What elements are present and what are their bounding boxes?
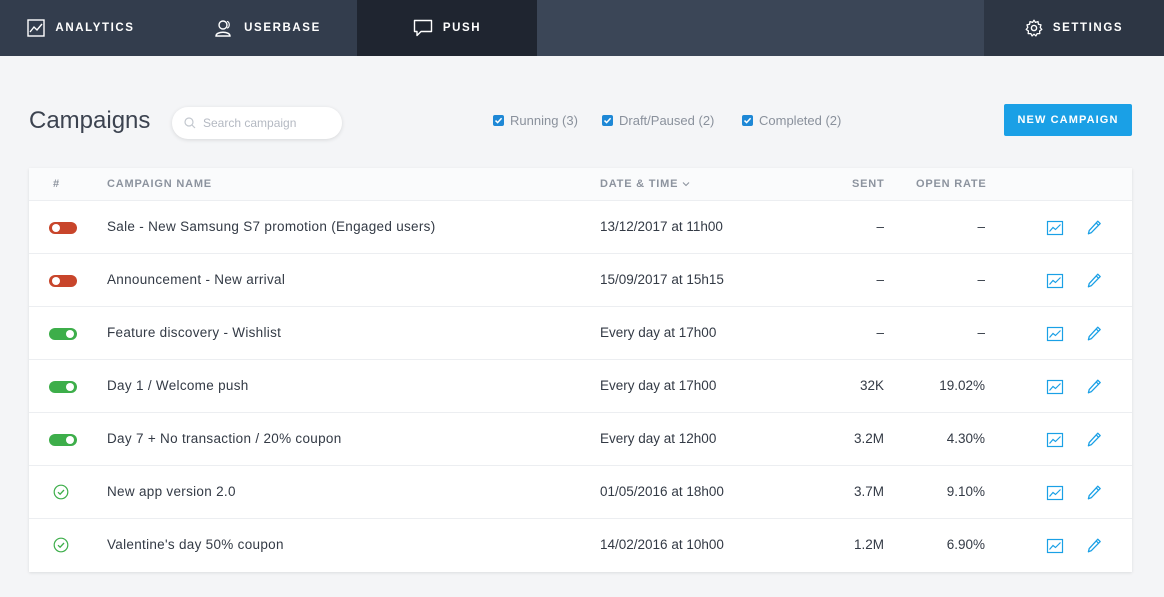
pencil-icon[interactable] [1085,272,1103,290]
campaign-sent: – [876,325,884,340]
top-navigation: ANALYTICS USERBASE PUSH SETTINGS [0,0,1164,56]
nav-spacer [537,0,984,56]
users-icon [214,19,234,37]
campaign-name: Feature discovery - Wishlist [107,325,282,340]
pencil-icon[interactable] [1085,325,1103,343]
nav-push[interactable]: PUSH [357,0,537,56]
stats-chart-icon[interactable] [1046,537,1064,555]
toggle-knob [66,383,74,391]
column-header-date[interactable]: DATE & TIME [600,178,690,190]
campaign-open-rate: 4.30% [946,431,985,446]
pencil-icon[interactable] [1085,537,1103,555]
table-row: Announcement - New arrival 15/09/2017 at … [29,254,1132,307]
nav-userbase[interactable]: USERBASE [178,0,357,56]
campaign-name: Sale - New Samsung S7 promotion (Engaged… [107,219,436,234]
toggle-knob [52,224,60,232]
speech-bubble-icon [413,19,433,37]
column-header-sent: SENT [852,178,885,190]
nav-analytics-label: ANALYTICS [55,22,135,34]
nav-settings-label: SETTINGS [1052,22,1124,34]
campaign-date: Every day at 17h00 [600,325,717,340]
campaign-date: Every day at 12h00 [600,431,717,446]
filter-completed[interactable]: Completed (2) [742,113,841,128]
stats-chart-icon[interactable] [1046,272,1064,290]
campaign-open-rate: – [977,272,985,287]
campaign-open-rate: 19.02% [939,378,985,393]
campaign-name: Announcement - New arrival [107,272,286,287]
column-header-open-rate: OPEN RATE [916,178,987,190]
table-row: Day 1 / Welcome push Every day at 17h00 32… [29,360,1132,413]
nav-userbase-label: USERBASE [244,22,321,34]
running-checkbox[interactable] [493,115,504,126]
filter-draft[interactable]: Draft/Paused (2) [602,113,714,128]
column-header-index: # [53,178,60,190]
campaign-sent: – [876,272,884,287]
table-row: Valentine's day 50% coupon 14/02/2016 at … [29,519,1132,572]
stats-chart-icon[interactable] [1046,484,1064,502]
filter-draft-label: Draft/Paused (2) [619,113,715,128]
pencil-icon[interactable] [1085,378,1103,396]
check-circle-icon [53,537,69,553]
campaign-open-rate: – [977,219,985,234]
toggle-knob [52,277,60,285]
campaign-name: New app version 2.0 [107,484,236,499]
filter-running[interactable]: Running (3) [493,113,578,128]
search-input[interactable] [203,116,333,130]
campaigns-table: # CAMPAIGN NAME DATE & TIME SENT OPEN RA… [29,168,1132,572]
nav-settings[interactable]: SETTINGS [984,0,1164,56]
pencil-icon[interactable] [1085,219,1103,237]
page-title: Campaigns [29,107,151,134]
status-toggle[interactable] [49,434,77,446]
check-circle-icon [53,484,69,500]
campaign-sent: – [876,219,884,234]
campaign-date: 13/12/2017 at 11h00 [600,219,723,234]
stats-chart-icon[interactable] [1046,325,1064,343]
stats-chart-icon[interactable] [1046,219,1064,237]
table-header: # CAMPAIGN NAME DATE & TIME SENT OPEN RA… [29,168,1132,201]
campaign-open-rate: – [977,325,985,340]
table-row: Day 7 + No transaction / 20% coupon Every… [29,413,1132,466]
table-row: New app version 2.0 01/05/2016 at 18h00 3.… [29,466,1132,519]
status-toggle[interactable] [49,381,77,393]
completed-checkbox[interactable] [742,115,753,126]
campaign-sent: 32K [859,378,884,393]
column-header-date-label: DATE & TIME [600,178,679,190]
nav-push-label: PUSH [442,22,482,34]
campaign-open-rate: 9.10% [946,484,985,499]
campaign-date: 01/05/2016 at 18h00 [600,484,724,499]
campaign-open-rate: 6.90% [946,537,985,552]
filter-completed-label: Completed (2) [759,113,842,128]
chevron-down-icon [682,181,690,187]
pencil-icon[interactable] [1085,431,1103,449]
campaign-name: Day 1 / Welcome push [107,378,249,393]
chart-icon [27,19,46,37]
campaign-sent: 3.7M [853,484,884,499]
status-toggle[interactable] [49,222,77,234]
filter-running-label: Running (3) [510,113,578,128]
search-box[interactable] [172,107,342,139]
new-campaign-button[interactable]: NEW CAMPAIGN [1004,104,1132,136]
search-icon [184,117,196,129]
campaign-sent: 1.2M [853,537,884,552]
stats-chart-icon[interactable] [1046,378,1064,396]
campaign-name: Valentine's day 50% coupon [107,537,284,552]
status-toggle[interactable] [49,328,77,340]
nav-analytics[interactable]: ANALYTICS [0,0,178,56]
campaign-name: Day 7 + No transaction / 20% coupon [107,431,342,446]
table-row: Sale - New Samsung S7 promotion (Engaged… [29,201,1132,254]
stats-chart-icon[interactable] [1046,431,1064,449]
campaign-sent: 3.2M [853,431,884,446]
campaign-date: Every day at 17h00 [600,378,717,393]
campaign-date: 15/09/2017 at 15h15 [600,272,724,287]
toggle-knob [66,330,74,338]
draft-checkbox[interactable] [602,115,613,126]
campaign-date: 14/02/2016 at 10h00 [600,537,724,552]
pencil-icon[interactable] [1085,484,1103,502]
toggle-knob [66,436,74,444]
gear-icon [1025,19,1043,37]
status-toggle[interactable] [49,275,77,287]
column-header-name: CAMPAIGN NAME [107,178,212,190]
table-row: Feature discovery - Wishlist Every day at… [29,307,1132,360]
